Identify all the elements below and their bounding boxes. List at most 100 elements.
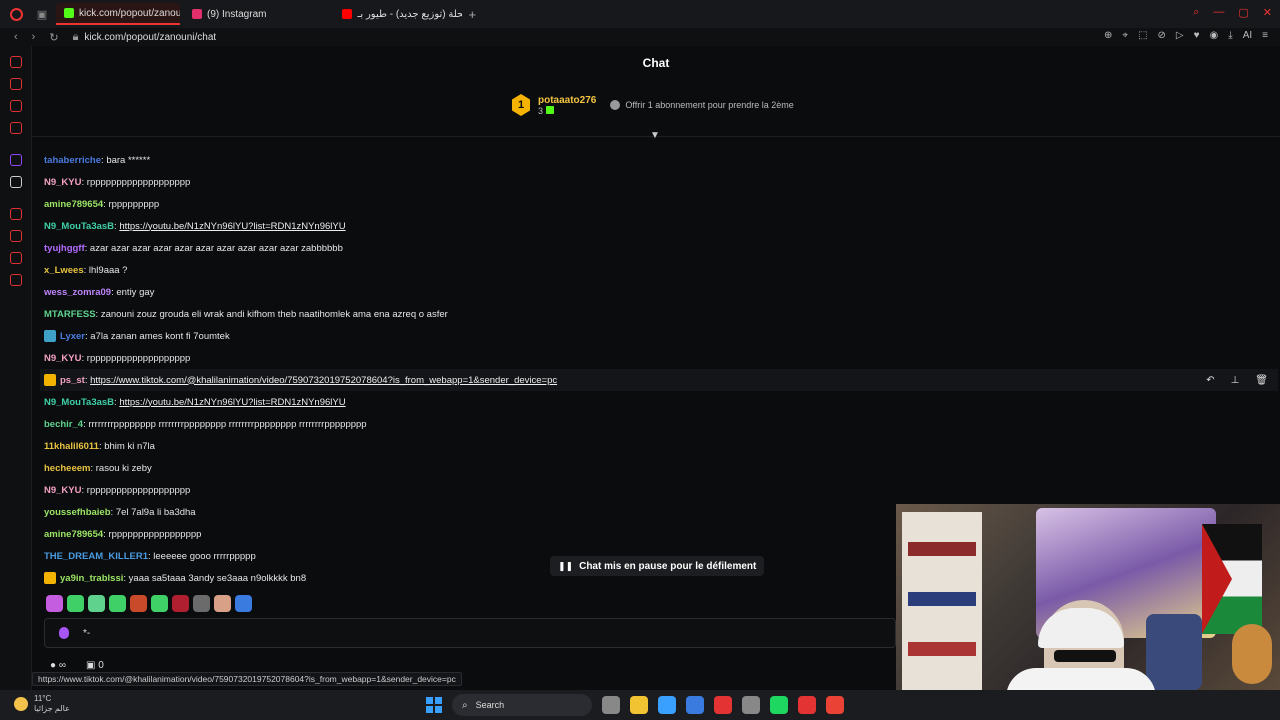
- chat-message[interactable]: N9_KYU: rppppppppppppppppppp: [44, 171, 1274, 193]
- reply-icon[interactable]: ↶: [1206, 375, 1214, 386]
- taskbar-search[interactable]: ⌕ Search: [452, 694, 592, 716]
- delete-icon[interactable]: 🗑︎: [1255, 375, 1268, 386]
- url-field[interactable]: kick.com/popout/zanouni/chat: [84, 32, 216, 43]
- tab-youtube[interactable]: النحلة (توزيع جديد) - طيور بـ...: [334, 3, 462, 25]
- tab-instagram[interactable]: (9) Instagram: [184, 3, 274, 25]
- snapshot-icon[interactable]: ⬚: [1138, 30, 1147, 41]
- chat-message[interactable]: MTARFESS: zanouni zouz grouda eli wrak a…: [44, 303, 1274, 325]
- chat-username[interactable]: 11khalil6011: [44, 441, 99, 452]
- chat-message[interactable]: amine789654: rppppppppp: [44, 193, 1274, 215]
- chat-message-link[interactable]: https://youtu.be/N1zNYn96lYU?list=RDN1zN…: [119, 221, 345, 232]
- zoom-icon[interactable]: ⊕: [1104, 30, 1112, 41]
- chat-username[interactable]: N9_MouTa3asB: [44, 397, 114, 408]
- pin-message-icon[interactable]: ⊥: [1231, 375, 1240, 386]
- chat-username[interactable]: hecheeem: [44, 463, 90, 474]
- chat-username[interactable]: THE_DREAM_KILLER1: [44, 551, 148, 562]
- chat-username[interactable]: N9_KYU: [44, 485, 82, 496]
- chat-message[interactable]: N9_MouTa3asB: https://youtu.be/N1zNYn96l…: [44, 391, 1274, 413]
- chat-message[interactable]: N9_KYU: rppppppppppppppppppp: [44, 479, 1274, 501]
- chat-paused-banner[interactable]: ❚❚ Chat mis en pause pour le défilement: [550, 556, 765, 576]
- back-icon[interactable]: ‹: [14, 31, 18, 43]
- maximize-icon[interactable]: ▢: [1238, 6, 1248, 19]
- sidebar-news-icon[interactable]: [10, 122, 22, 134]
- chat-input-value[interactable]: *-: [83, 628, 90, 639]
- emote-icon[interactable]: [46, 595, 63, 612]
- chat-message[interactable]: wess_zomra09: entiy gay: [44, 281, 1274, 303]
- chat-username[interactable]: x_Lwees: [44, 265, 84, 276]
- chat-message[interactable]: x_Lwees: lhl9aaa ?: [44, 259, 1274, 281]
- taskbar-app-icon[interactable]: [770, 696, 788, 714]
- chat-message-link[interactable]: https://youtu.be/N1zNYn96lYU?list=RDN1zN…: [119, 397, 345, 408]
- taskbar-app-icon[interactable]: [798, 696, 816, 714]
- chat-message[interactable]: tyujhggff: azar azar azar azar azar azar…: [44, 237, 1274, 259]
- chat-username[interactable]: N9_MouTa3asB: [44, 221, 114, 232]
- sidebar-x-icon[interactable]: [10, 176, 22, 188]
- chat-message[interactable]: tahaberriche: bara ******: [44, 149, 1274, 171]
- chat-username[interactable]: ps_st: [60, 375, 85, 386]
- menu-icon[interactable]: ≡: [1262, 30, 1268, 41]
- taskbar-app-icon[interactable]: [686, 696, 704, 714]
- gift-box-icon[interactable]: ▣: [86, 660, 95, 671]
- chat-username[interactable]: N9_KYU: [44, 177, 82, 188]
- new-tab-button[interactable]: +: [468, 7, 476, 22]
- chat-username[interactable]: youssefhbaieb: [44, 507, 111, 518]
- tab-overview-icon[interactable]: ▣: [32, 8, 52, 21]
- chat-message[interactable]: N9_KYU: rppppppppppppppppppp: [44, 347, 1274, 369]
- chat-message[interactable]: Lyxer: a7la zanan ames kont fi 7oumtek: [44, 325, 1274, 347]
- chat-username[interactable]: amine789654: [44, 199, 103, 210]
- emote-icon[interactable]: [172, 595, 189, 612]
- taskbar-app-icon[interactable]: [630, 696, 648, 714]
- emote-icon[interactable]: [151, 595, 168, 612]
- weather-widget[interactable]: 11°C عالم جزائيا: [14, 694, 70, 714]
- taskbar-app-icon[interactable]: [742, 696, 760, 714]
- chat-username[interactable]: Lyxer: [60, 331, 85, 342]
- emote-icon[interactable]: [109, 595, 126, 612]
- taskbar-app-icon[interactable]: [602, 696, 620, 714]
- adblock-icon[interactable]: ⊘: [1158, 30, 1166, 41]
- gift-sub-prompt[interactable]: Offrir 1 abonnement pour prendre la 2ème: [610, 100, 794, 110]
- chat-username[interactable]: tahaberriche: [44, 155, 101, 166]
- emote-icon[interactable]: [193, 595, 210, 612]
- taskbar-app-icon[interactable]: [714, 696, 732, 714]
- sidebar-messenger-icon[interactable]: [10, 100, 22, 112]
- aria-ai-button[interactable]: AI: [1243, 30, 1252, 41]
- emote-icon[interactable]: [214, 595, 231, 612]
- sidebar-settings-icon[interactable]: [10, 274, 22, 286]
- chat-message[interactable]: hecheeem: rasou ki zeby: [44, 457, 1274, 479]
- sidebar-twitch-icon[interactable]: [10, 154, 22, 166]
- emote-icon[interactable]: [88, 595, 105, 612]
- chat-username[interactable]: amine789654: [44, 529, 103, 540]
- chat-username[interactable]: N9_KYU: [44, 353, 82, 364]
- emote-icon[interactable]: [67, 595, 84, 612]
- emote-icon[interactable]: [130, 595, 147, 612]
- profile-icon[interactable]: ◉: [1210, 30, 1219, 41]
- chat-username[interactable]: ya9in_trablssi: [60, 573, 123, 584]
- emote-icon[interactable]: [235, 595, 252, 612]
- sidebar-player-icon[interactable]: [10, 208, 22, 220]
- chat-input-box[interactable]: *-: [44, 618, 896, 648]
- player-icon[interactable]: ▷: [1176, 30, 1184, 41]
- chat-username[interactable]: wess_zomra09: [44, 287, 111, 298]
- minimize-icon[interactable]: —: [1213, 6, 1224, 19]
- search-tabs-icon[interactable]: ⌕: [1193, 6, 1199, 19]
- forward-icon[interactable]: ›: [32, 31, 36, 43]
- sidebar-clock-icon[interactable]: [10, 230, 22, 242]
- taskbar-app-icon[interactable]: [658, 696, 676, 714]
- pin-icon[interactable]: ⌖: [1122, 30, 1128, 41]
- sidebar-history-icon[interactable]: [10, 56, 22, 68]
- close-icon[interactable]: ✕: [1263, 6, 1272, 19]
- chat-username[interactable]: tyujhggff: [44, 243, 85, 254]
- chat-message[interactable]: ps_st: https://www.tiktok.com/@khalilani…: [40, 369, 1278, 391]
- tab-kick[interactable]: kick.com/popout/zanouni/: [56, 3, 180, 25]
- chat-message-link[interactable]: https://www.tiktok.com/@khalilanimation/…: [90, 375, 557, 386]
- chat-message[interactable]: bechir_4: rrrrrrrrpppppppp rrrrrrrrppppp…: [44, 413, 1274, 435]
- sidebar-shop-icon[interactable]: [10, 78, 22, 90]
- chat-username[interactable]: MTARFESS: [44, 309, 96, 320]
- collapse-pinned-icon[interactable]: ▼: [650, 130, 660, 141]
- sidebar-vpn-icon[interactable]: [10, 252, 22, 264]
- pinned-gifter[interactable]: 1 potaaato276 3 Offrir 1 abonnement pour…: [512, 94, 794, 116]
- chat-username[interactable]: bechir_4: [44, 419, 83, 430]
- download-icon[interactable]: ⤓: [1228, 30, 1232, 41]
- emote-picker-icon[interactable]: [59, 627, 69, 639]
- opera-logo-icon[interactable]: [0, 0, 32, 28]
